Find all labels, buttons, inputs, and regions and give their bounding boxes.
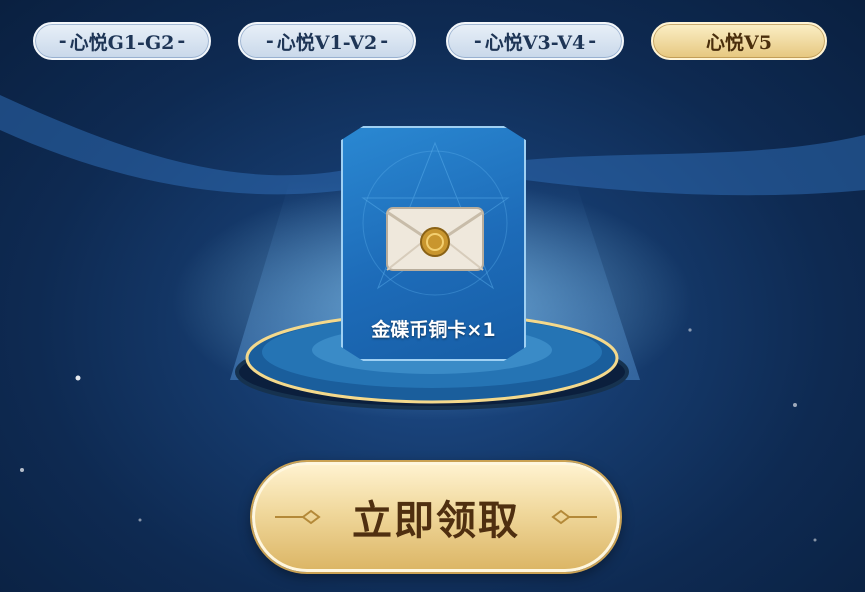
tab-ornament-right: - [588, 30, 597, 52]
tab-ornament-right: - [177, 30, 186, 52]
tab-ornament-left: - [58, 30, 67, 52]
reward-label: 金碟币铜卡×1 [371, 319, 496, 341]
claim-button-label: 立即领取 [352, 497, 520, 544]
tab-v1-v2[interactable]: - 心悦V1-V2 - [238, 22, 416, 60]
claim-button[interactable]: 立即领取 [252, 462, 620, 572]
tab-ornament-left: - [473, 30, 482, 52]
tab-v3-v4[interactable]: - 心悦V3-V4 - [446, 22, 624, 60]
tab-label: 心悦V3-V4 [484, 31, 586, 54]
tab-v5[interactable]: 心悦V5 [651, 22, 827, 60]
tab-label: 心悦G1-G2 [69, 31, 175, 54]
tab-g1-g2[interactable]: - 心悦G1-G2 - [33, 22, 211, 60]
tab-label: 心悦V1-V2 [276, 31, 378, 54]
tab-ornament-right: - [380, 30, 389, 52]
button-ornament-left [275, 509, 321, 525]
button-ornament-right [551, 509, 597, 525]
reward-card: 金碟币铜卡×1 [341, 126, 526, 361]
envelope-icon [386, 207, 484, 271]
tab-ornament-left: - [265, 30, 274, 52]
tab-label: 心悦V5 [706, 31, 772, 54]
reward-page: - 心悦G1-G2 - - 心悦V1-V2 - - 心悦V3-V4 - 心悦V5… [0, 0, 865, 592]
wave-ribbon-left [0, 95, 345, 195]
